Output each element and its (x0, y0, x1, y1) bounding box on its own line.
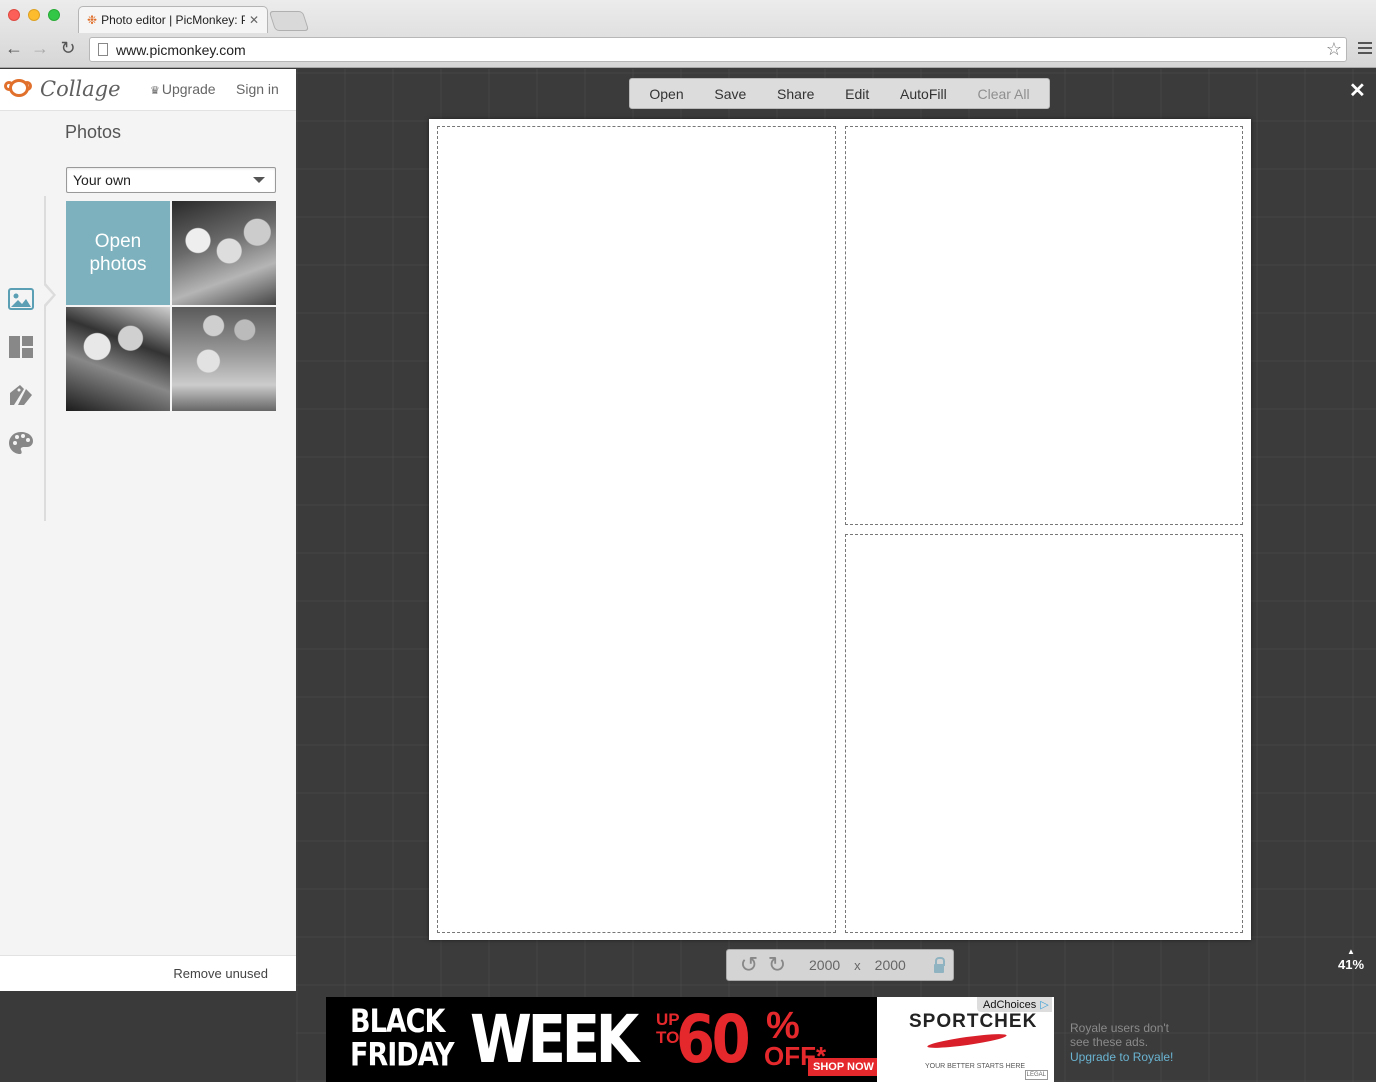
lock-icon[interactable] (933, 956, 945, 973)
upgrade-link[interactable]: ♛ Upgrade (150, 81, 216, 97)
forward-arrow-icon[interactable]: → (30, 38, 50, 58)
ad-week-text: WEEK (470, 1001, 639, 1078)
save-button[interactable]: Save (708, 86, 752, 102)
close-icon[interactable]: ✕ (1349, 78, 1366, 103)
upgrade-label: Upgrade (161, 81, 216, 97)
photo-thumbnail[interactable] (172, 201, 276, 305)
canvas-height-input[interactable]: 2000 (875, 957, 906, 973)
address-bar[interactable]: www.picmonkey.com ☆ (89, 37, 1347, 62)
close-tab-icon[interactable]: ✕ (249, 13, 259, 27)
tab-title: Photo editor | PicMonkey: P (101, 13, 245, 27)
browser-chrome: ❉ Photo editor | PicMonkey: P ✕ ← → ↻ ww… (0, 0, 1376, 68)
royale-line1: Royale users don't (1070, 1021, 1170, 1035)
app-header: Collage ♛ Upgrade Sign in (0, 69, 296, 111)
url-text[interactable]: www.picmonkey.com (116, 42, 1326, 58)
zoom-level: 41% (1337, 957, 1365, 972)
maximize-window-button[interactable] (48, 9, 60, 21)
adchoices-icon: ▷ (1040, 999, 1049, 1011)
adchoices-label: AdChoices (983, 999, 1037, 1011)
collage-cell-bottom-right[interactable] (845, 534, 1243, 933)
sign-in-link[interactable]: Sign in (236, 81, 279, 97)
active-tool-pointer (42, 281, 56, 309)
share-button[interactable]: Share (771, 86, 820, 102)
reload-icon[interactable]: ↻ (58, 38, 78, 58)
open-photos-button[interactable]: Open photos (66, 201, 170, 305)
edit-button[interactable]: Edit (839, 86, 875, 102)
canvas-width-input[interactable]: 2000 (809, 957, 840, 973)
bookmark-star-icon[interactable]: ☆ (1326, 39, 1342, 60)
photo-source-select[interactable]: Your own (66, 167, 276, 193)
photos-tool-icon[interactable] (7, 285, 35, 313)
ad-black-text: BLACK (350, 1003, 445, 1041)
autofill-button[interactable]: AutoFill (894, 86, 953, 102)
open-tile-line1: Open (94, 231, 142, 252)
collage-logo[interactable]: Collage (4, 77, 121, 101)
upgrade-to-royale-link[interactable]: Upgrade to Royale! (1070, 1050, 1173, 1064)
close-window-button[interactable] (8, 9, 20, 21)
picmonkey-favicon-icon: ❉ (87, 13, 98, 27)
zoom-control[interactable]: ▲ 41% (1334, 947, 1368, 972)
rotate-left-icon[interactable]: ↺ (735, 952, 763, 978)
rotate-right-icon[interactable]: ↻ (763, 952, 791, 978)
toolbar-divider (44, 196, 46, 521)
ad-black-friday-text: BLACK FRIDAY (350, 1003, 455, 1074)
logo-text: Collage (40, 77, 121, 101)
ad-legal-label[interactable]: LEGAL (1024, 1070, 1048, 1080)
workspace: Open Save Share Edit AutoFill Clear All … (296, 69, 1376, 1082)
panel-footer: Remove unused (0, 955, 296, 991)
clear-all-button[interactable]: Clear All (971, 86, 1035, 102)
photo-thumbnails: Open photos (66, 201, 276, 411)
photo-thumbnail[interactable] (66, 307, 170, 411)
open-tile-line2: photos (89, 254, 147, 275)
browser-tab[interactable]: ❉ Photo editor | PicMonkey: P ✕ (78, 6, 268, 33)
photo-thumbnail[interactable] (172, 307, 276, 411)
palette-tool-icon[interactable] (7, 429, 35, 457)
select-value: Your own (73, 172, 131, 188)
remove-unused-button[interactable]: Remove unused (173, 966, 268, 981)
zoom-up-icon[interactable]: ▲ (1334, 947, 1368, 957)
ad-friday-text: FRIDAY (350, 1036, 455, 1074)
ad-percent-text: 60 (676, 1001, 751, 1078)
adchoices-badge[interactable]: AdChoices ▷ (977, 997, 1052, 1012)
collage-cell-top-right[interactable] (845, 126, 1243, 525)
browser-menu-icon[interactable] (1358, 42, 1372, 57)
layouts-tool-icon[interactable] (7, 333, 35, 361)
ad-shop-now-button[interactable]: SHOP NOW (808, 1058, 879, 1076)
minimize-window-button[interactable] (28, 9, 40, 21)
dimension-separator: x (854, 957, 861, 973)
left-panel: Collage ♛ Upgrade Sign in Photos Your own… (0, 69, 296, 991)
canvas-size-bar: ↺ ↻ 2000 x 2000 (726, 949, 954, 981)
monkey-logo-icon (4, 78, 34, 100)
collage-canvas (429, 119, 1251, 940)
royale-line2: see these ads. (1070, 1035, 1149, 1049)
new-tab-button[interactable] (268, 11, 310, 31)
crown-icon: ♛ (150, 85, 160, 97)
top-toolbar: Open Save Share Edit AutoFill Clear All (629, 78, 1050, 109)
brand-swoosh-icon (926, 1031, 1008, 1051)
page-icon (98, 43, 108, 56)
open-button[interactable]: Open (643, 86, 689, 102)
chevron-down-icon (253, 177, 265, 183)
vertical-toolbar (0, 111, 56, 991)
royale-notice: Royale users don't see these ads. Upgrad… (1070, 1021, 1173, 1064)
advertisement-banner[interactable]: BLACK FRIDAY WEEK UP TO 60 % OFF* SHOP N… (326, 997, 1054, 1082)
ad-brand-name: SPORTCHEK (909, 1011, 1038, 1032)
collage-cell-left[interactable] (437, 126, 836, 933)
back-arrow-icon[interactable]: ← (4, 38, 24, 58)
panel-title: Photos (65, 122, 122, 142)
embellishments-tool-icon[interactable] (7, 381, 35, 409)
ad-tagline: YOUR BETTER STARTS HERE (925, 1063, 1026, 1070)
